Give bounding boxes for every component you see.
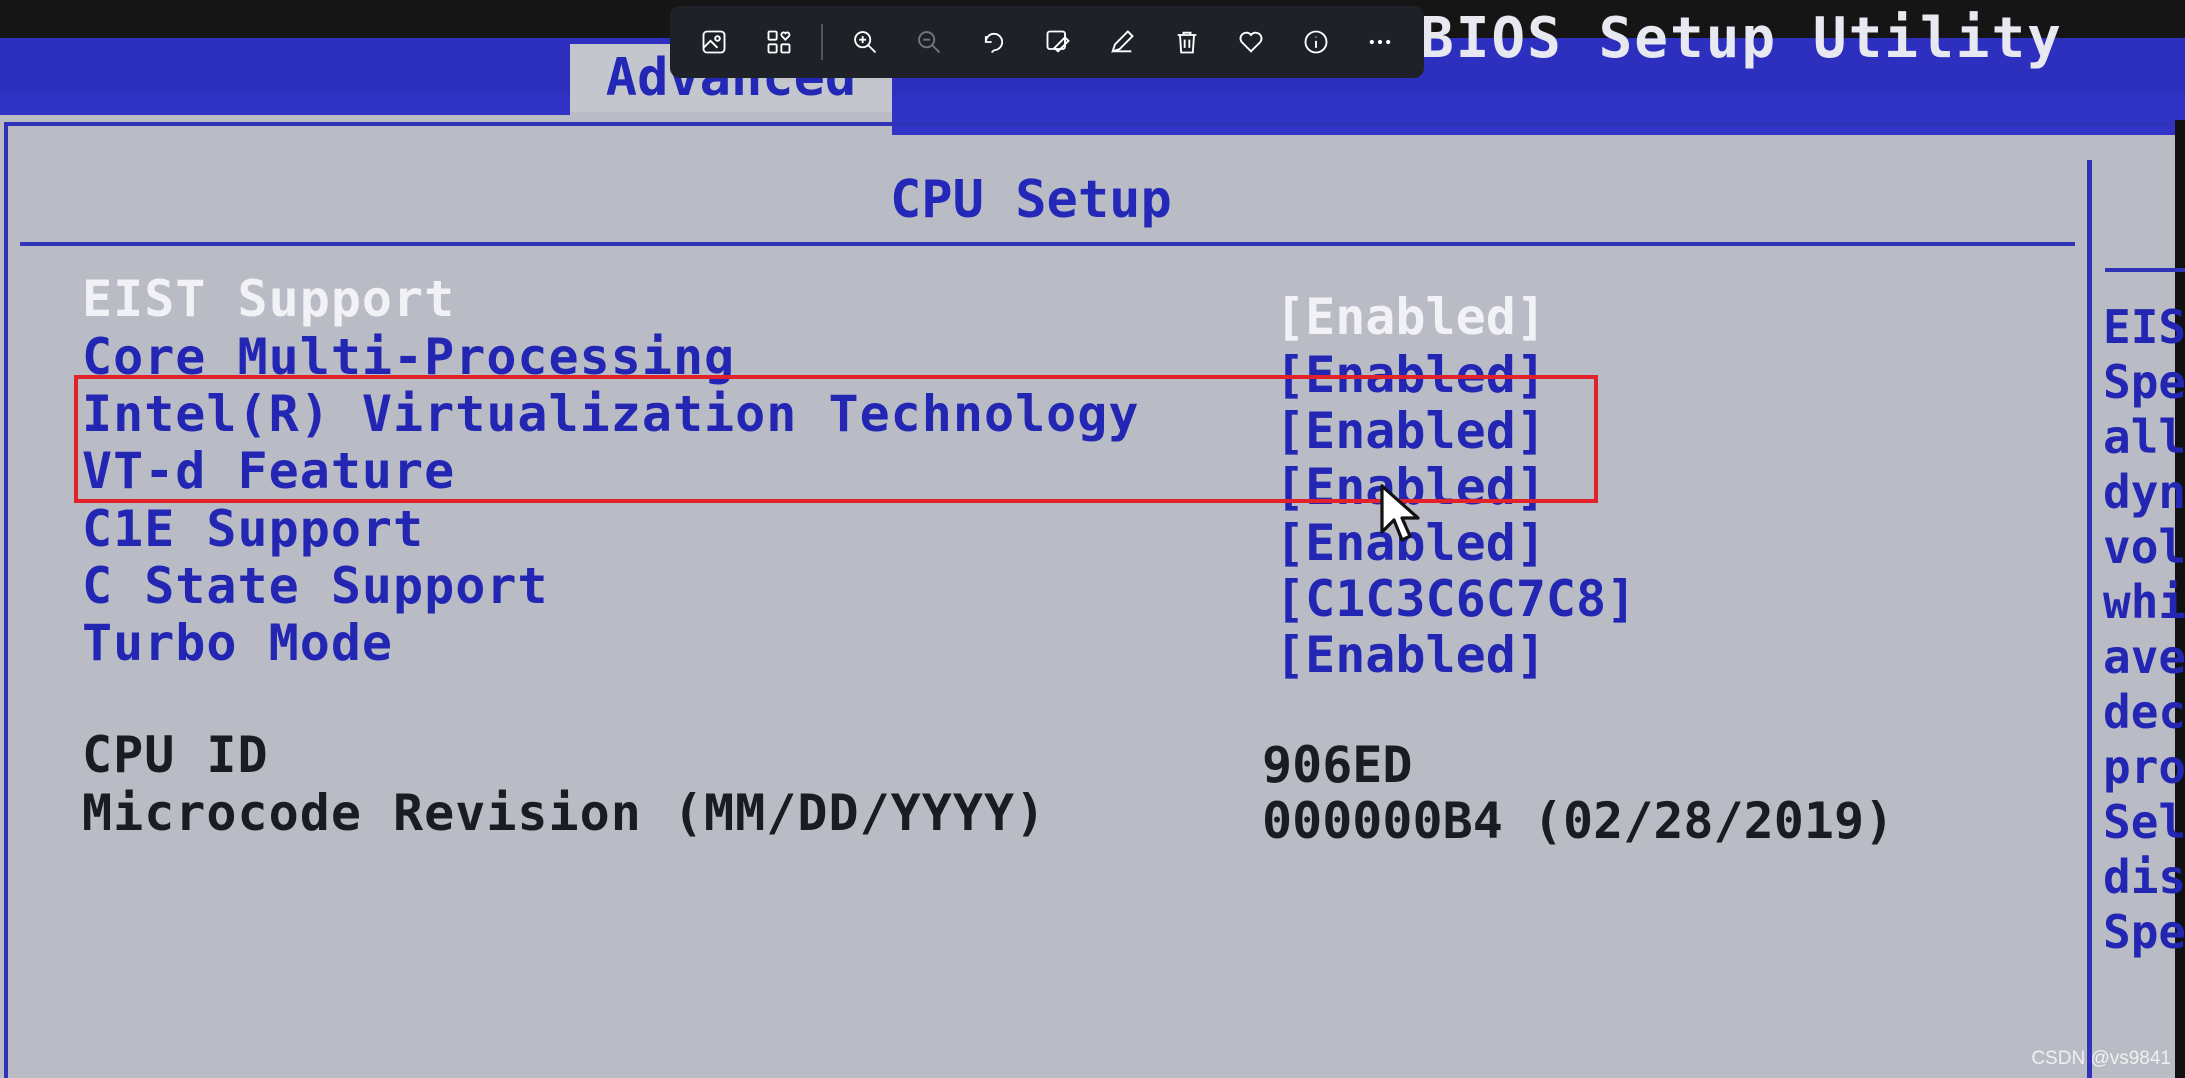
cpu-id-label: CPU ID (82, 726, 269, 784)
delete-icon[interactable] (1155, 14, 1219, 70)
help-divider (2105, 268, 2185, 272)
cpu-id-value: 906ED (1262, 736, 1413, 794)
info-icon[interactable] (1283, 14, 1347, 70)
help-line: dyn (2103, 465, 2185, 519)
bios-screen: BIOS Setup Utility Advanced CPU Setup EI… (0, 0, 2185, 1078)
value-c-state-support[interactable]: [C1C3C6C7C8] (1275, 570, 1636, 628)
highlight-annotation-box (74, 375, 1598, 503)
help-line: ave (2103, 630, 2185, 684)
viewer-toolbar (670, 6, 1424, 78)
option-turbo-mode[interactable]: Turbo Mode (82, 614, 393, 672)
help-line: Spe (2103, 355, 2185, 409)
edit-image-icon[interactable] (1026, 14, 1090, 70)
help-line: all (2103, 410, 2185, 464)
mouse-cursor-icon (1380, 484, 1420, 542)
section-title: CPU Setup (890, 170, 1172, 230)
frame-border-left (4, 122, 8, 1078)
help-panel-divider (2087, 160, 2092, 1078)
value-turbo-mode[interactable]: [Enabled] (1275, 626, 1546, 684)
zoom-in-icon[interactable] (833, 14, 897, 70)
option-eist-support[interactable]: EIST Support (82, 270, 455, 328)
help-line: vol (2103, 520, 2185, 574)
grid-heart-icon[interactable] (746, 14, 810, 70)
header-strip-left (0, 95, 570, 115)
zoom-out-icon[interactable] (897, 14, 961, 70)
section-divider (20, 242, 2075, 246)
help-panel: EIS Spe all dyn vol whi ave dec pro Sel … (2103, 300, 2185, 960)
option-c1e-support[interactable]: C1E Support (82, 500, 424, 558)
microcode-label: Microcode Revision (MM/DD/YYYY) (82, 784, 1047, 842)
more-icon[interactable] (1348, 14, 1412, 70)
help-line: Spe (2103, 905, 2185, 959)
toolbar-separator (820, 24, 823, 60)
microcode-value: 000000B4 (02/28/2019) (1262, 792, 1895, 850)
frame-border-top (4, 122, 2174, 126)
help-line: whi (2103, 575, 2185, 629)
heart-icon[interactable] (1219, 14, 1283, 70)
help-line: dec (2103, 685, 2185, 739)
bios-title: BIOS Setup Utility (1420, 6, 2063, 71)
header-strip-right (892, 95, 2185, 135)
option-c-state-support[interactable]: C State Support (82, 557, 549, 615)
draw-icon[interactable] (1090, 14, 1154, 70)
help-line: Sel (2103, 795, 2185, 849)
image-icon[interactable] (682, 14, 746, 70)
help-line: dis (2103, 850, 2185, 904)
value-eist-support[interactable]: [Enabled] (1275, 288, 1546, 346)
help-line: EIS (2103, 300, 2185, 354)
help-line: pro (2103, 740, 2185, 794)
watermark: CSDN @vs9841 (2031, 1048, 2171, 1069)
rotate-icon[interactable] (961, 14, 1025, 70)
